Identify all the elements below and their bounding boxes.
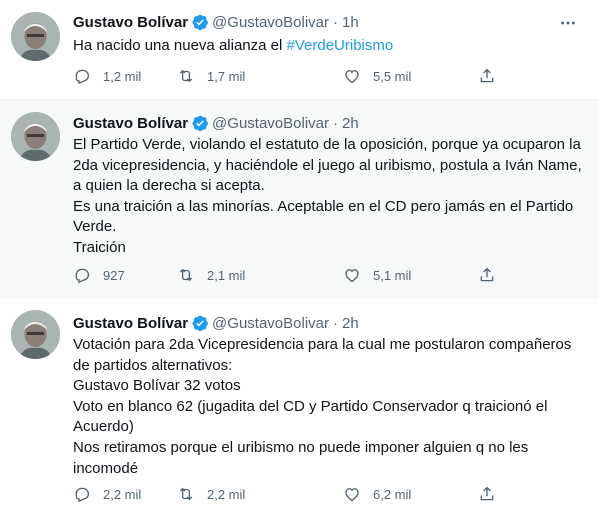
- verified-badge-icon: [191, 114, 209, 132]
- like-icon: [345, 488, 359, 502]
- timestamp[interactable]: 1h: [342, 14, 359, 31]
- tweet-text-line: Acuerdo): [73, 418, 134, 436]
- tweet-text-line: Gustavo Bolívar 32 votos: [73, 377, 241, 395]
- reply-count: 927: [103, 267, 125, 283]
- timestamp[interactable]: 2h: [342, 315, 359, 332]
- share-icon: [480, 267, 494, 282]
- author-name[interactable]: Gustavo Bolívar: [73, 14, 188, 31]
- retweet-icon: [179, 487, 193, 501]
- author-name[interactable]: Gustavo Bolívar: [73, 315, 188, 332]
- retweet-icon: [179, 268, 193, 282]
- action-bar: 2,2 mil 2,2 mil 6,2 mil: [73, 485, 528, 505]
- reply-button[interactable]: 2,2 mil: [73, 485, 141, 503]
- tweet-text-line: Nos retiramos porque el uribismo no pued…: [73, 438, 529, 456]
- tweet-text-line: Traición: [73, 238, 126, 256]
- retweet-icon: [179, 69, 193, 83]
- tweet-header: Gustavo Bolívar @GustavoBolivar · 1h: [73, 12, 359, 32]
- tweet-text-line: El Partido Verde, violando el estatuto d…: [73, 136, 581, 153]
- share-icon: [480, 68, 494, 83]
- hashtag-link[interactable]: #VerdeUribismo: [287, 37, 394, 54]
- like-button[interactable]: 6,2 mil: [343, 485, 411, 503]
- retweet-count: 2,2 mil: [207, 486, 246, 502]
- reply-button[interactable]: 1,2 mil: [73, 67, 141, 85]
- like-count: 6,2 mil: [373, 486, 412, 502]
- tweet-text-line: incomodé: [73, 459, 139, 477]
- reply-button[interactable]: 927: [73, 266, 125, 284]
- retweet-count: 2,1 mil: [207, 267, 246, 283]
- like-count: 5,1 mil: [373, 267, 412, 283]
- tweet-text-line: a quien la derecha si acepta.: [73, 177, 265, 195]
- action-bar: 1,2 mil 1,7 mil 5,5 mil: [73, 67, 528, 87]
- tweet-text-line: Voto en blanco 62 (jugadita del CD y Par…: [73, 397, 548, 415]
- retweet-button[interactable]: 1,7 mil: [177, 67, 245, 85]
- action-bar: 927 2,1 mil 5,1 mil: [73, 266, 528, 286]
- verified-badge-icon: [191, 314, 209, 332]
- author-handle[interactable]: @GustavoBolivar: [212, 14, 329, 31]
- like-icon: [345, 70, 359, 84]
- reply-icon: [75, 69, 90, 85]
- tweet-text: Ha nacido una nueva alianza el #VerdeUri…: [73, 36, 582, 57]
- share-button[interactable]: [478, 67, 508, 85]
- tweet-text-line: 2da vicepresidencia, y haciéndole el jue…: [73, 156, 582, 174]
- tweet[interactable]: Gustavo Bolívar @GustavoBolivar · 2h El …: [0, 100, 598, 298]
- reply-count: 1,2 mil: [103, 68, 142, 84]
- author-name[interactable]: Gustavo Bolívar: [73, 115, 188, 132]
- reply-count: 2,2 mil: [103, 486, 142, 502]
- like-icon: [345, 269, 359, 283]
- retweet-button[interactable]: 2,1 mil: [177, 266, 245, 284]
- more-icon[interactable]: [558, 13, 578, 33]
- separator: ·: [333, 314, 338, 332]
- like-count: 5,5 mil: [373, 68, 412, 84]
- tweet-text-line: Ha nacido una nueva alianza el: [73, 37, 287, 54]
- share-button[interactable]: [478, 266, 508, 284]
- timestamp[interactable]: 2h: [342, 115, 359, 132]
- tweet-text: El Partido Verde, violando el estatuto d…: [73, 135, 582, 259]
- like-button[interactable]: 5,5 mil: [343, 67, 411, 85]
- share-button[interactable]: [478, 485, 508, 503]
- tweet-text-line: Votación para 2da Vicepresidencia para l…: [73, 336, 572, 353]
- avatar[interactable]: [11, 112, 60, 161]
- separator: ·: [333, 114, 338, 132]
- verified-badge-icon: [191, 13, 209, 31]
- author-handle[interactable]: @GustavoBolivar: [212, 315, 329, 332]
- reply-icon: [75, 487, 90, 503]
- like-button[interactable]: 5,1 mil: [343, 266, 411, 284]
- tweet-text-line: de partidos alternativos:: [73, 356, 233, 374]
- tweet-text-line: Verde.: [73, 218, 117, 236]
- share-icon: [480, 486, 494, 501]
- tweet-text: Votación para 2da Vicepresidencia para l…: [73, 335, 582, 479]
- avatar[interactable]: [11, 310, 60, 359]
- tweet-header: Gustavo Bolívar @GustavoBolivar · 2h: [73, 113, 359, 133]
- tweet[interactable]: Gustavo Bolívar @GustavoBolivar · 2h Vot…: [0, 298, 598, 511]
- retweet-count: 1,7 mil: [207, 68, 246, 84]
- retweet-button[interactable]: 2,2 mil: [177, 485, 245, 503]
- avatar[interactable]: [11, 12, 60, 61]
- separator: ·: [333, 13, 338, 31]
- tweet-text-line: Es una traición a las minorías. Aceptabl…: [73, 197, 574, 215]
- reply-icon: [75, 268, 90, 284]
- tweet-header: Gustavo Bolívar @GustavoBolivar · 2h: [73, 313, 359, 333]
- author-handle[interactable]: @GustavoBolivar: [212, 115, 329, 132]
- tweet[interactable]: Gustavo Bolívar @GustavoBolivar · 1h Ha …: [0, 0, 598, 100]
